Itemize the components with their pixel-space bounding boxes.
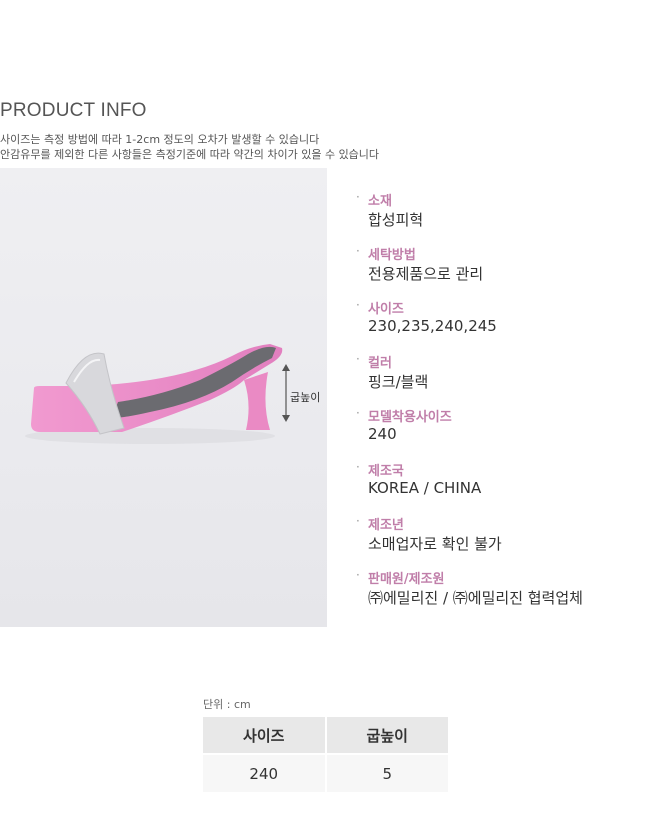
bullet: · [356, 514, 360, 528]
bullet: · [356, 352, 360, 366]
spec-value: 합성피혁 [368, 211, 424, 229]
spec-value: KOREA / CHINA [368, 479, 482, 497]
spec-label: 제조년 [368, 518, 404, 533]
bullet: · [356, 460, 360, 474]
bullet: · [356, 568, 360, 582]
column-header-heel-height: 굽높이 [325, 717, 448, 754]
product-photo: 굽높이 [0, 168, 327, 627]
spec-value: 240 [368, 425, 397, 443]
bullet: · [356, 406, 360, 420]
bullet: · [356, 190, 360, 204]
unit-label: 단위 : cm [203, 698, 251, 711]
spec-label: 소재 [368, 194, 392, 209]
spec-label: 세탁방법 [368, 248, 416, 263]
table-row: 240 5 [203, 753, 448, 792]
sandal-illustration: 굽높이 [25, 344, 320, 444]
table-cell-size: 240 [203, 753, 327, 792]
spec-label: 컬러 [368, 356, 392, 371]
heel-height-label: 굽높이 [290, 391, 320, 404]
size-table: 사이즈 굽높이 240 5 [203, 717, 448, 792]
spec-value: 핑크/블랙 [368, 373, 429, 391]
spec-label: 판매원/제조원 [368, 572, 445, 587]
bullet: · [356, 298, 360, 312]
spec-value: 230,235,240,245 [368, 317, 497, 335]
heel-shape [244, 372, 270, 430]
spec-label: 사이즈 [368, 302, 404, 317]
size-notice: 사이즈는 측정 방법에 따라 1-2cm 정도의 오차가 발생할 수 있습니다 [0, 133, 320, 146]
column-header-size: 사이즈 [203, 717, 327, 754]
spec-label: 모델착용사이즈 [368, 410, 452, 425]
spec-value: 소매업자로 확인 불가 [368, 535, 502, 553]
spec-label: 제조국 [368, 464, 404, 479]
page-title: PRODUCT INFO [0, 100, 147, 121]
spec-value: 전용제품으로 관리 [368, 265, 484, 283]
difference-notice: 안감유무를 제외한 다른 사항들은 측정기준에 따라 약간의 차이가 있을 수 … [0, 148, 380, 161]
table-cell-heel-height: 5 [325, 753, 448, 792]
bullet: · [356, 244, 360, 258]
table-header-row: 사이즈 굽높이 [203, 717, 448, 754]
spec-value: ㈜에밀리진 / ㈜에밀리진 협력업체 [368, 589, 583, 607]
